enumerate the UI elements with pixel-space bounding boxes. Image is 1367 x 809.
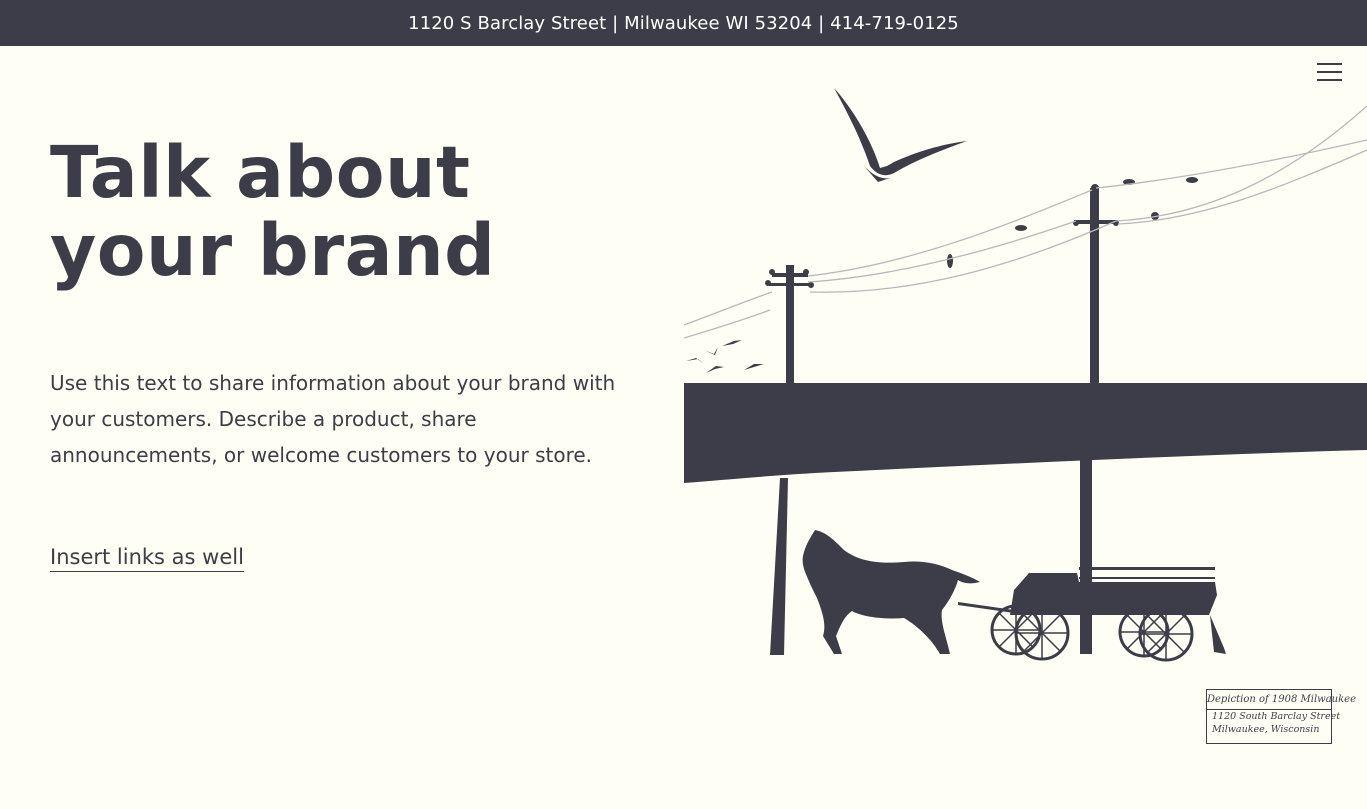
wire-bird [947,254,953,268]
hero-title: Talk about your brand [50,131,496,292]
flock-bird [686,358,704,364]
wall-band [684,383,1367,483]
power-line [807,220,1077,283]
plaque-address: 1120 South Barclay Street [1212,711,1341,722]
announcement-bar: 1120 S Barclay Street | Milwaukee WI 532… [0,0,1367,46]
hero-body-text: Use this text to share information about… [50,371,616,467]
hamburger-menu-icon [1317,63,1342,65]
power-line [809,220,1117,293]
carriage-rails [1079,567,1215,579]
plaque-city: Milwaukee, Wisconsin [1212,724,1320,735]
flock-bird [706,366,724,373]
flock-bird [722,340,742,346]
horse-silhouette [802,530,980,654]
plaque-heading: Depiction of 1908 Milwaukee [1207,690,1356,710]
hero-link[interactable]: Insert links as well [50,544,244,572]
announcement-text: 1120 S Barclay Street | Milwaukee WI 532… [408,12,959,34]
flock-bird [744,364,764,370]
power-line [1115,105,1367,222]
power-line [684,309,771,339]
illustration-caption-plaque: Depiction of 1908 Milwaukee 1120 South B… [1206,689,1356,744]
utility-pole-right [1090,188,1099,383]
carriage-body [1010,573,1217,615]
power-line [684,291,773,326]
gull-silhouette [834,88,967,182]
wire-bird [1186,177,1198,183]
wire-bird [1015,225,1027,231]
illustration-1908-milwaukee [684,88,1367,662]
power-line [1095,139,1367,189]
flock-bird [704,347,718,355]
